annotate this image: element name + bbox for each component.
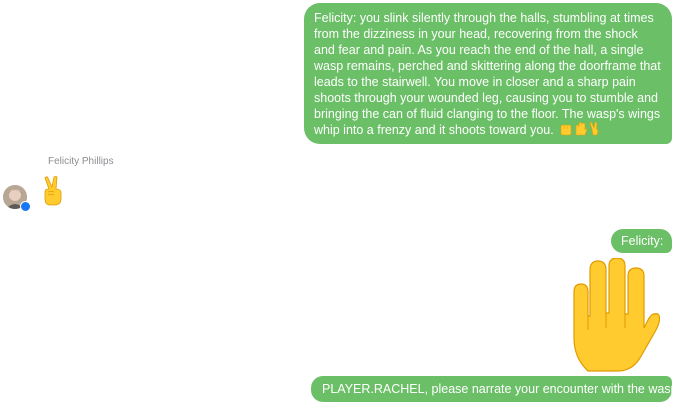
message-text: Felicity: you slink silently through the… [314, 11, 661, 137]
chat-thread: Felicity: you slink silently through the… [0, 0, 676, 409]
incoming-sender-name: Felicity Phillips [48, 156, 114, 167]
message-text: Felicity: [621, 234, 664, 248]
raised-hand-icon [575, 122, 588, 136]
raised-hand-icon[interactable] [566, 258, 660, 374]
message-bubble-felicity[interactable]: Felicity: [611, 229, 672, 253]
victory-hand-icon [44, 176, 62, 206]
message-bubble-narration[interactable]: Felicity: you slink silently through the… [304, 3, 672, 144]
raised-fist-icon [560, 124, 572, 136]
messenger-badge-icon [20, 201, 31, 212]
message-text: PLAYER.RACHEL, please narrate your encou… [322, 382, 676, 396]
message-bubble-prompt[interactable]: PLAYER.RACHEL, please narrate your encou… [311, 376, 676, 402]
emoji-group [560, 122, 599, 136]
victory-hand-icon [589, 122, 599, 136]
